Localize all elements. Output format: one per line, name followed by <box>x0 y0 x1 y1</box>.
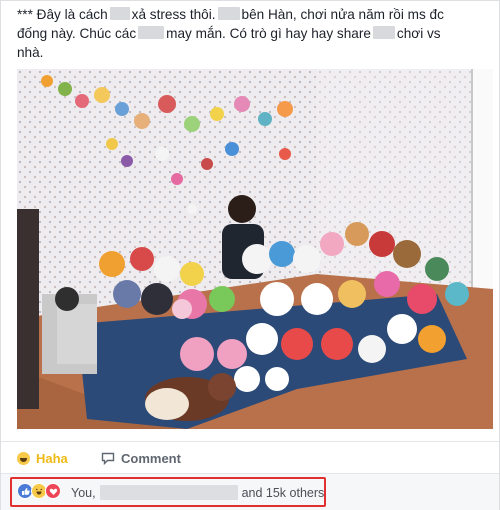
post-text-line2-b: may mắn. Có trò gì hay hay share <box>166 26 371 41</box>
post-card: *** Đây là cách xả stress thôi. bên Hàn, c… <box>0 0 500 510</box>
haha-label: Haha <box>36 450 68 466</box>
blurred-text <box>138 26 165 39</box>
reactions-summary[interactable]: You, and 15k others <box>1 473 499 510</box>
love-icon <box>45 483 61 499</box>
comment-label: Comment <box>121 450 181 466</box>
blurred-names <box>99 485 238 500</box>
blurred-text <box>109 7 130 20</box>
post-text-line1-b: xả stress thôi. <box>131 7 216 22</box>
post-text-line1-a: *** Đây là cách <box>17 7 108 22</box>
haha-reaction-button[interactable]: Haha <box>17 448 68 468</box>
post-actions-bar: Haha Comment <box>1 441 499 473</box>
post-text-line2-a: đống này. Chúc các <box>17 26 137 41</box>
haha-icon <box>17 451 30 465</box>
blurred-text <box>217 7 240 20</box>
post-text-line3: nhà. <box>17 45 44 60</box>
reactions-count[interactable]: You, and 15k others <box>71 485 324 500</box>
reactions-others: and 15k others <box>241 485 325 500</box>
reaction-icons <box>17 483 61 499</box>
photo-plush-room <box>17 69 493 429</box>
post-text-line1-c: bên Hàn, chơi nửa năm rồi ms đc <box>241 7 444 22</box>
post-text-line2-c: chơi vs <box>396 26 441 41</box>
post-text: *** Đây là cách xả stress thôi. bên Hàn, c… <box>17 5 487 62</box>
comment-button[interactable]: Comment <box>101 448 181 468</box>
blurred-text <box>372 26 395 39</box>
post-photo[interactable] <box>17 69 493 429</box>
reactions-you: You, <box>71 485 96 500</box>
comment-icon <box>101 452 115 465</box>
